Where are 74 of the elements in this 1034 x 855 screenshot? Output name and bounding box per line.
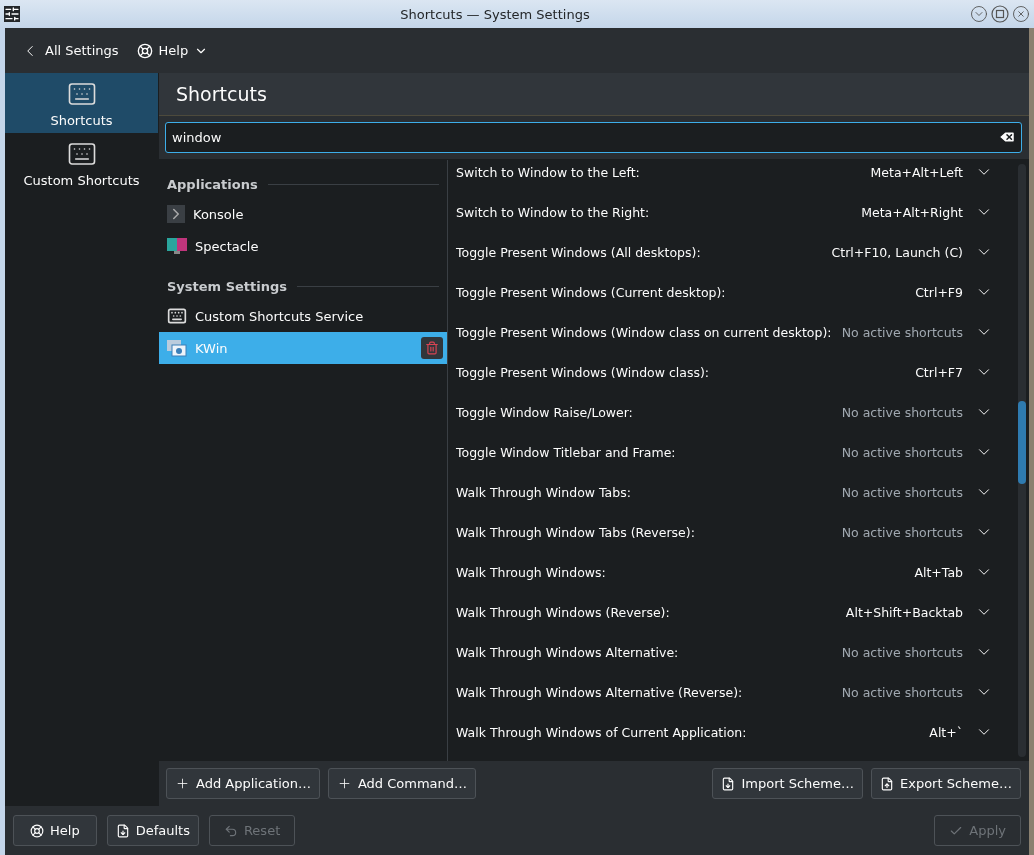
shortcut-keys: No active shortcuts: [841, 644, 963, 660]
group-heading: Applications: [167, 176, 258, 192]
trash-icon: [425, 341, 439, 355]
search-field[interactable]: window: [165, 122, 1022, 153]
shortcut-keys: Alt+`: [929, 724, 963, 740]
help-icon: [30, 823, 44, 838]
component-label: KWin: [195, 340, 229, 356]
action-label: Toggle Window Raise/Lower:: [456, 404, 634, 420]
action-label: Toggle Present Windows (Current desktop):: [456, 284, 727, 300]
action-label: Switch to Window to the Left:: [456, 164, 641, 180]
document-icon: [880, 776, 894, 791]
action-label: Walk Through Windows Alternative (Reverse):: [456, 684, 744, 700]
shortcut-keys: Ctrl+F10, Launch (C): [831, 244, 963, 260]
action-label: Toggle Present Windows (Window class on current desktop):: [456, 324, 833, 340]
windows-icon: [167, 339, 187, 357]
help-icon: [136, 42, 153, 59]
help-menu-button[interactable]: Help: [130, 38, 215, 63]
shortcut-keys: No active shortcuts: [841, 684, 963, 700]
shortcut-keys: No active shortcuts: [841, 324, 963, 340]
shortcut-keys: Alt+Tab: [914, 564, 963, 580]
component-label: Custom Shortcuts Service: [195, 308, 365, 324]
action-label: Walk Through Windows (Reverse):: [456, 604, 671, 620]
scheme-button[interactable]: Import Scheme…: [712, 768, 863, 799]
document-icon: [721, 776, 736, 791]
back-button[interactable]: All Settings: [15, 37, 125, 64]
plus-icon: [336, 776, 352, 791]
component-label: Spectacle: [195, 238, 260, 254]
app-icon: [4, 6, 20, 22]
page-title: Shortcuts: [176, 83, 267, 105]
action-label: Toggle Present Windows (Window class):: [456, 364, 711, 380]
defaults-button[interactable]: Defaults: [106, 815, 199, 846]
shortcut-keys: Meta+Alt+Right: [861, 204, 963, 220]
group-heading: System Settings: [167, 278, 288, 294]
add-button[interactable]: Add Application…: [166, 768, 320, 799]
action-label: Walk Through Windows Alternative:: [456, 644, 680, 660]
shortcut-keys: Alt+Shift+Backtab: [845, 604, 963, 620]
action-label: Toggle Window Titlebar and Frame:: [456, 444, 677, 460]
action-label: Switch to Window to the Right:: [456, 204, 651, 220]
document-icon: [115, 823, 130, 838]
sidebar-item[interactable]: Custom Shortcuts: [5, 133, 158, 193]
action-label: Walk Through Windows:: [456, 564, 607, 580]
close-icon[interactable]: [1012, 5, 1030, 23]
component-label: Konsole: [193, 206, 245, 222]
component-item[interactable]: Custom Shortcuts Service: [159, 300, 447, 332]
shortcut-keys: Ctrl+F7: [915, 364, 963, 380]
undo-icon: [223, 823, 238, 838]
sidebar-item[interactable]: Shortcuts: [5, 73, 158, 133]
action-label: Walk Through Window Tabs (Reverse):: [456, 524, 696, 540]
window-title: Shortcuts — System Settings: [399, 6, 591, 22]
sidebar-item-label: Shortcuts: [50, 112, 113, 128]
help-button[interactable]: Help: [13, 815, 97, 846]
shortcut-keys: No active shortcuts: [841, 524, 963, 540]
minimize-icon[interactable]: [970, 5, 988, 23]
scrollbar-thumb[interactable]: [1018, 401, 1026, 485]
action-label: Walk Through Window Tabs:: [456, 484, 632, 500]
scrollbar-track[interactable]: [1018, 164, 1026, 757]
action-label: Toggle Present Windows (All desktops):: [456, 244, 702, 260]
shortcut-keys: No active shortcuts: [841, 484, 963, 500]
add-button[interactable]: Add Command…: [327, 768, 477, 799]
shortcut-keys: Meta+Alt+Left: [870, 164, 963, 180]
shortcut-keys: Ctrl+F9: [915, 284, 963, 300]
component-item[interactable]: Konsole: [159, 198, 447, 230]
terminal-icon: [167, 205, 185, 223]
keyboard-icon: [167, 306, 187, 326]
sidebar-item-label: Custom Shortcuts: [23, 172, 140, 188]
component-item[interactable]: Spectacle: [159, 230, 447, 262]
scheme-button[interactable]: Export Scheme…: [871, 768, 1021, 799]
action-label: Walk Through Windows of Current Application:: [456, 724, 748, 740]
delete-button[interactable]: [421, 337, 443, 359]
maximize-icon[interactable]: [991, 5, 1009, 23]
shortcut-keys: No active shortcuts: [841, 444, 963, 460]
monitor-icon: [167, 237, 187, 255]
shortcut-keys: No active shortcuts: [841, 404, 963, 420]
plus-icon: [175, 776, 190, 791]
